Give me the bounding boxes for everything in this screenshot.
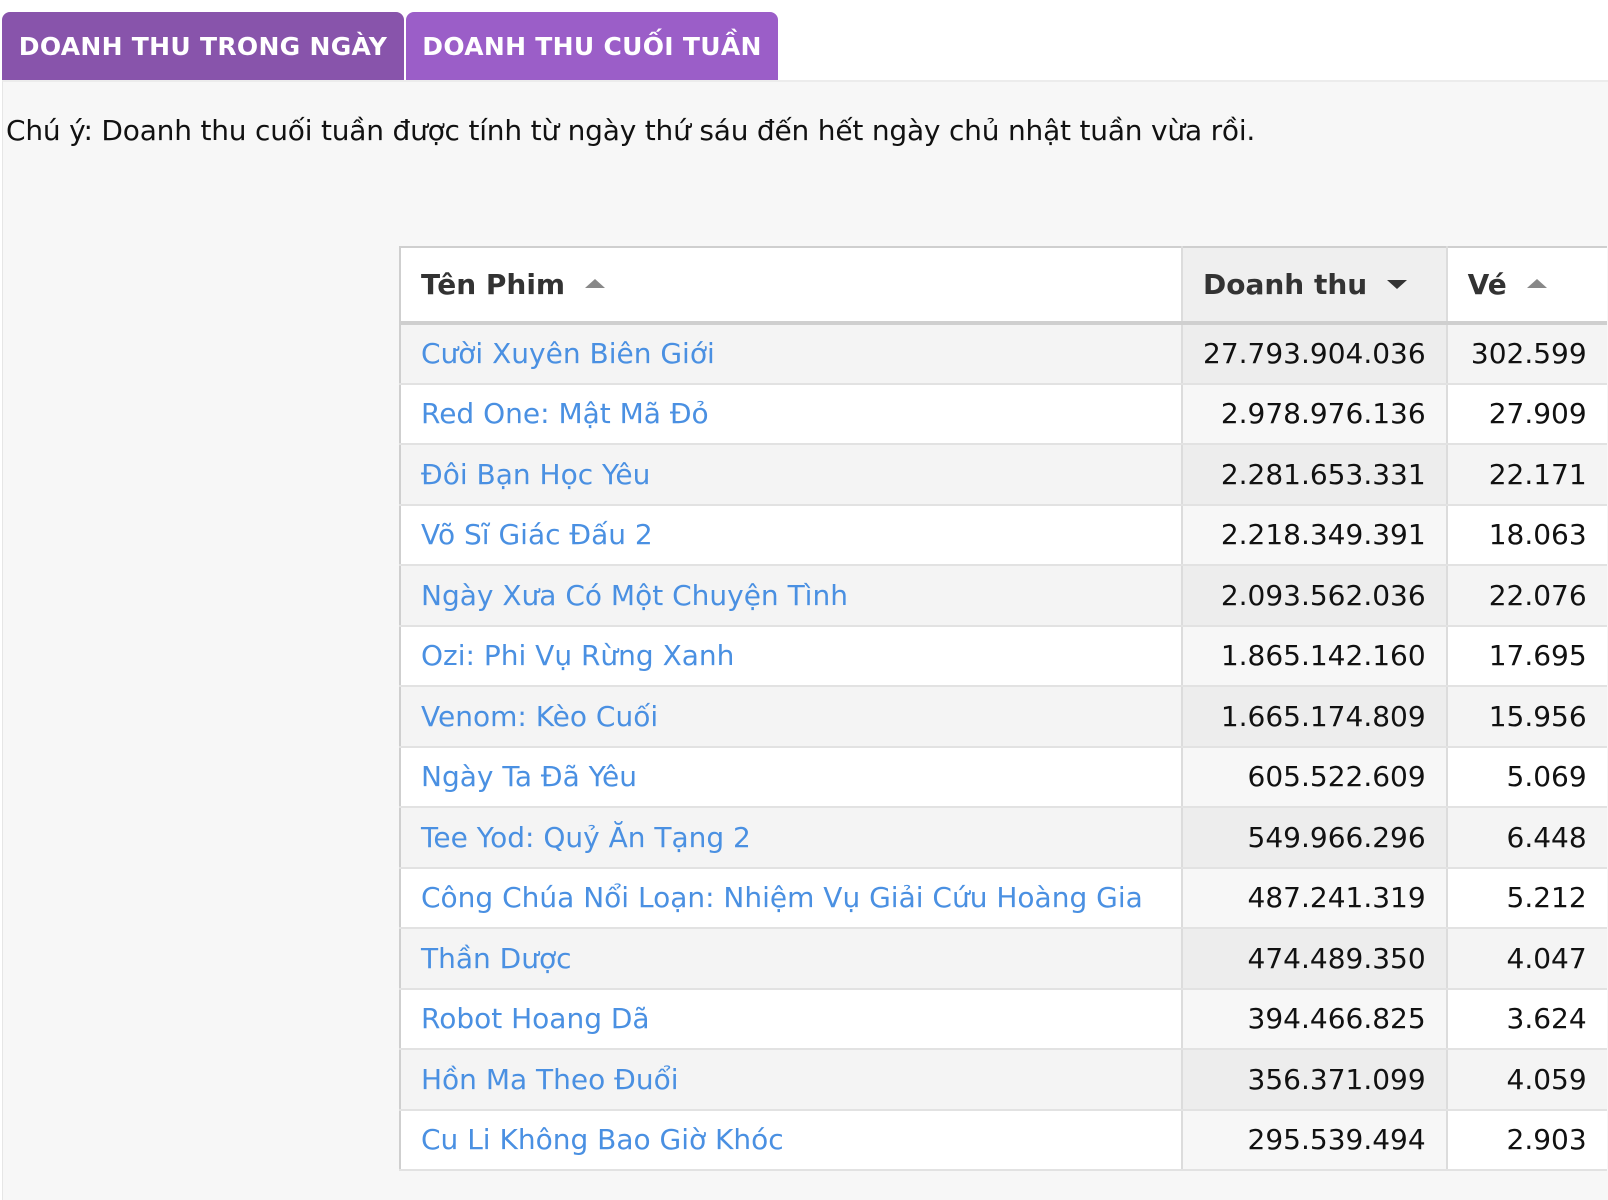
table-row: Robot Hoang Dã 394.466.825 3.624: [400, 988, 1607, 1050]
tab-weekend-revenue[interactable]: DOANH THU CUỐI TUẦN: [406, 12, 778, 80]
table-header-row: Tên Phim Doanh thu Vé: [400, 247, 1607, 325]
table-row: Venom: Kèo Cuối 1.665.174.809 15.956: [400, 686, 1607, 748]
tickets-cell: 4.047: [1446, 928, 1607, 990]
column-header-title[interactable]: Tên Phim: [400, 247, 1183, 325]
tickets-cell: 3.624: [1446, 988, 1607, 1050]
movie-title-link[interactable]: Tee Yod: Quỷ Ăn Tạng 2: [400, 807, 1183, 869]
column-header-title-label: Tên Phim: [421, 268, 566, 301]
table-row: Võ Sĩ Giác Đấu 2 2.218.349.391 18.063: [400, 504, 1607, 566]
revenue-cell: 487.241.319: [1182, 867, 1448, 929]
revenue-cell: 394.466.825: [1182, 988, 1448, 1050]
column-header-revenue[interactable]: Doanh thu: [1182, 247, 1448, 325]
tickets-cell: 6.448: [1446, 807, 1607, 869]
column-header-tickets[interactable]: Vé: [1446, 247, 1607, 325]
table-row: Ozi: Phi Vụ Rừng Xanh 1.865.142.160 17.695: [400, 625, 1607, 687]
movie-title-link[interactable]: Cu Li Không Bao Giờ Khóc: [400, 1109, 1183, 1171]
movie-title-link[interactable]: Công Chúa Nổi Loạn: Nhiệm Vụ Giải Cứu Ho…: [400, 867, 1183, 929]
table-row: Công Chúa Nổi Loạn: Nhiệm Vụ Giải Cứu Ho…: [400, 867, 1607, 929]
revenue-cell: 295.539.494: [1182, 1109, 1448, 1171]
table-row: Cu Li Không Bao Giờ Khóc 295.539.494 2.903: [400, 1109, 1607, 1171]
revenue-cell: 2.281.653.331: [1182, 444, 1448, 506]
revenue-cell: 2.093.562.036: [1182, 565, 1448, 627]
tickets-cell: 4.059: [1446, 1049, 1607, 1111]
movie-title-link[interactable]: Ozi: Phi Vụ Rừng Xanh: [400, 625, 1183, 687]
weekend-note: Chú ý: Doanh thu cuối tuần được tính từ …: [6, 114, 1256, 147]
tab-panel: Chú ý: Doanh thu cuối tuần được tính từ …: [2, 80, 1608, 1200]
movie-title-link[interactable]: Ngày Ta Đã Yêu: [400, 746, 1183, 808]
tickets-cell: 22.076: [1446, 565, 1607, 627]
tickets-cell: 22.171: [1446, 444, 1607, 506]
table-row: Ngày Xưa Có Một Chuyện Tình 2.093.562.036…: [400, 565, 1607, 627]
tickets-cell: 5.069: [1446, 746, 1607, 808]
revenue-cell: 605.522.609: [1182, 746, 1448, 808]
sort-desc-icon[interactable]: [1387, 279, 1408, 289]
table-row: Cười Xuyên Biên Giới 27.793.904.036 302.59…: [400, 323, 1607, 385]
tickets-cell: 17.695: [1446, 625, 1607, 687]
revenue-cell: 474.489.350: [1182, 928, 1448, 990]
tickets-cell: 18.063: [1446, 504, 1607, 566]
tickets-cell: 5.212: [1446, 867, 1607, 929]
table-row: Red One: Mật Mã Đỏ 2.978.976.136 27.909: [400, 383, 1607, 445]
revenue-cell: 27.793.904.036: [1182, 323, 1448, 385]
table-row: Ngày Ta Đã Yêu 605.522.609 5.069: [400, 746, 1607, 808]
movie-title-link[interactable]: Thần Dược: [400, 928, 1183, 990]
movie-title-link[interactable]: Võ Sĩ Giác Đấu 2: [400, 504, 1183, 566]
table-row: Đôi Bạn Học Yêu 2.281.653.331 22.171: [400, 444, 1607, 506]
tickets-cell: 15.956: [1446, 686, 1607, 748]
revenue-cell: 549.966.296: [1182, 807, 1448, 869]
tab-bar: DOANH THU TRONG NGÀY DOANH THU CUỐI TUẦN: [2, 12, 778, 80]
tickets-cell: 27.909: [1446, 383, 1607, 445]
table-row: Thần Dược 474.489.350 4.047: [400, 928, 1607, 990]
table-row: Tee Yod: Quỷ Ăn Tạng 2 549.966.296 6.448: [400, 807, 1607, 869]
movie-title-link[interactable]: Robot Hoang Dã: [400, 988, 1183, 1050]
column-header-tickets-label: Vé: [1467, 268, 1507, 301]
column-header-revenue-label: Doanh thu: [1203, 268, 1368, 301]
movie-title-link[interactable]: Red One: Mật Mã Đỏ: [400, 383, 1183, 445]
sort-asc-icon[interactable]: [1526, 278, 1547, 288]
movie-title-link[interactable]: Đôi Bạn Học Yêu: [400, 444, 1183, 506]
revenue-cell: 356.371.099: [1182, 1049, 1448, 1111]
revenue-cell: 2.218.349.391: [1182, 504, 1448, 566]
movie-title-link[interactable]: Venom: Kèo Cuối: [400, 686, 1183, 748]
revenue-cell: 1.865.142.160: [1182, 625, 1448, 687]
sort-asc-icon[interactable]: [585, 278, 606, 288]
movie-title-link[interactable]: Cười Xuyên Biên Giới: [400, 323, 1183, 385]
revenue-cell: 2.978.976.136: [1182, 383, 1448, 445]
movie-title-link[interactable]: Ngày Xưa Có Một Chuyện Tình: [400, 565, 1183, 627]
tickets-cell: 2.903: [1446, 1109, 1607, 1171]
tickets-cell: 302.599: [1446, 323, 1607, 385]
tab-daily-revenue[interactable]: DOANH THU TRONG NGÀY: [2, 12, 404, 80]
table-row: Hồn Ma Theo Đuổi 356.371.099 4.059: [400, 1049, 1607, 1111]
movie-title-link[interactable]: Hồn Ma Theo Đuổi: [400, 1049, 1183, 1111]
box-office-table: Tên Phim Doanh thu Vé Cười Xuyên Biên Gi…: [399, 246, 1607, 1171]
revenue-cell: 1.665.174.809: [1182, 686, 1448, 748]
